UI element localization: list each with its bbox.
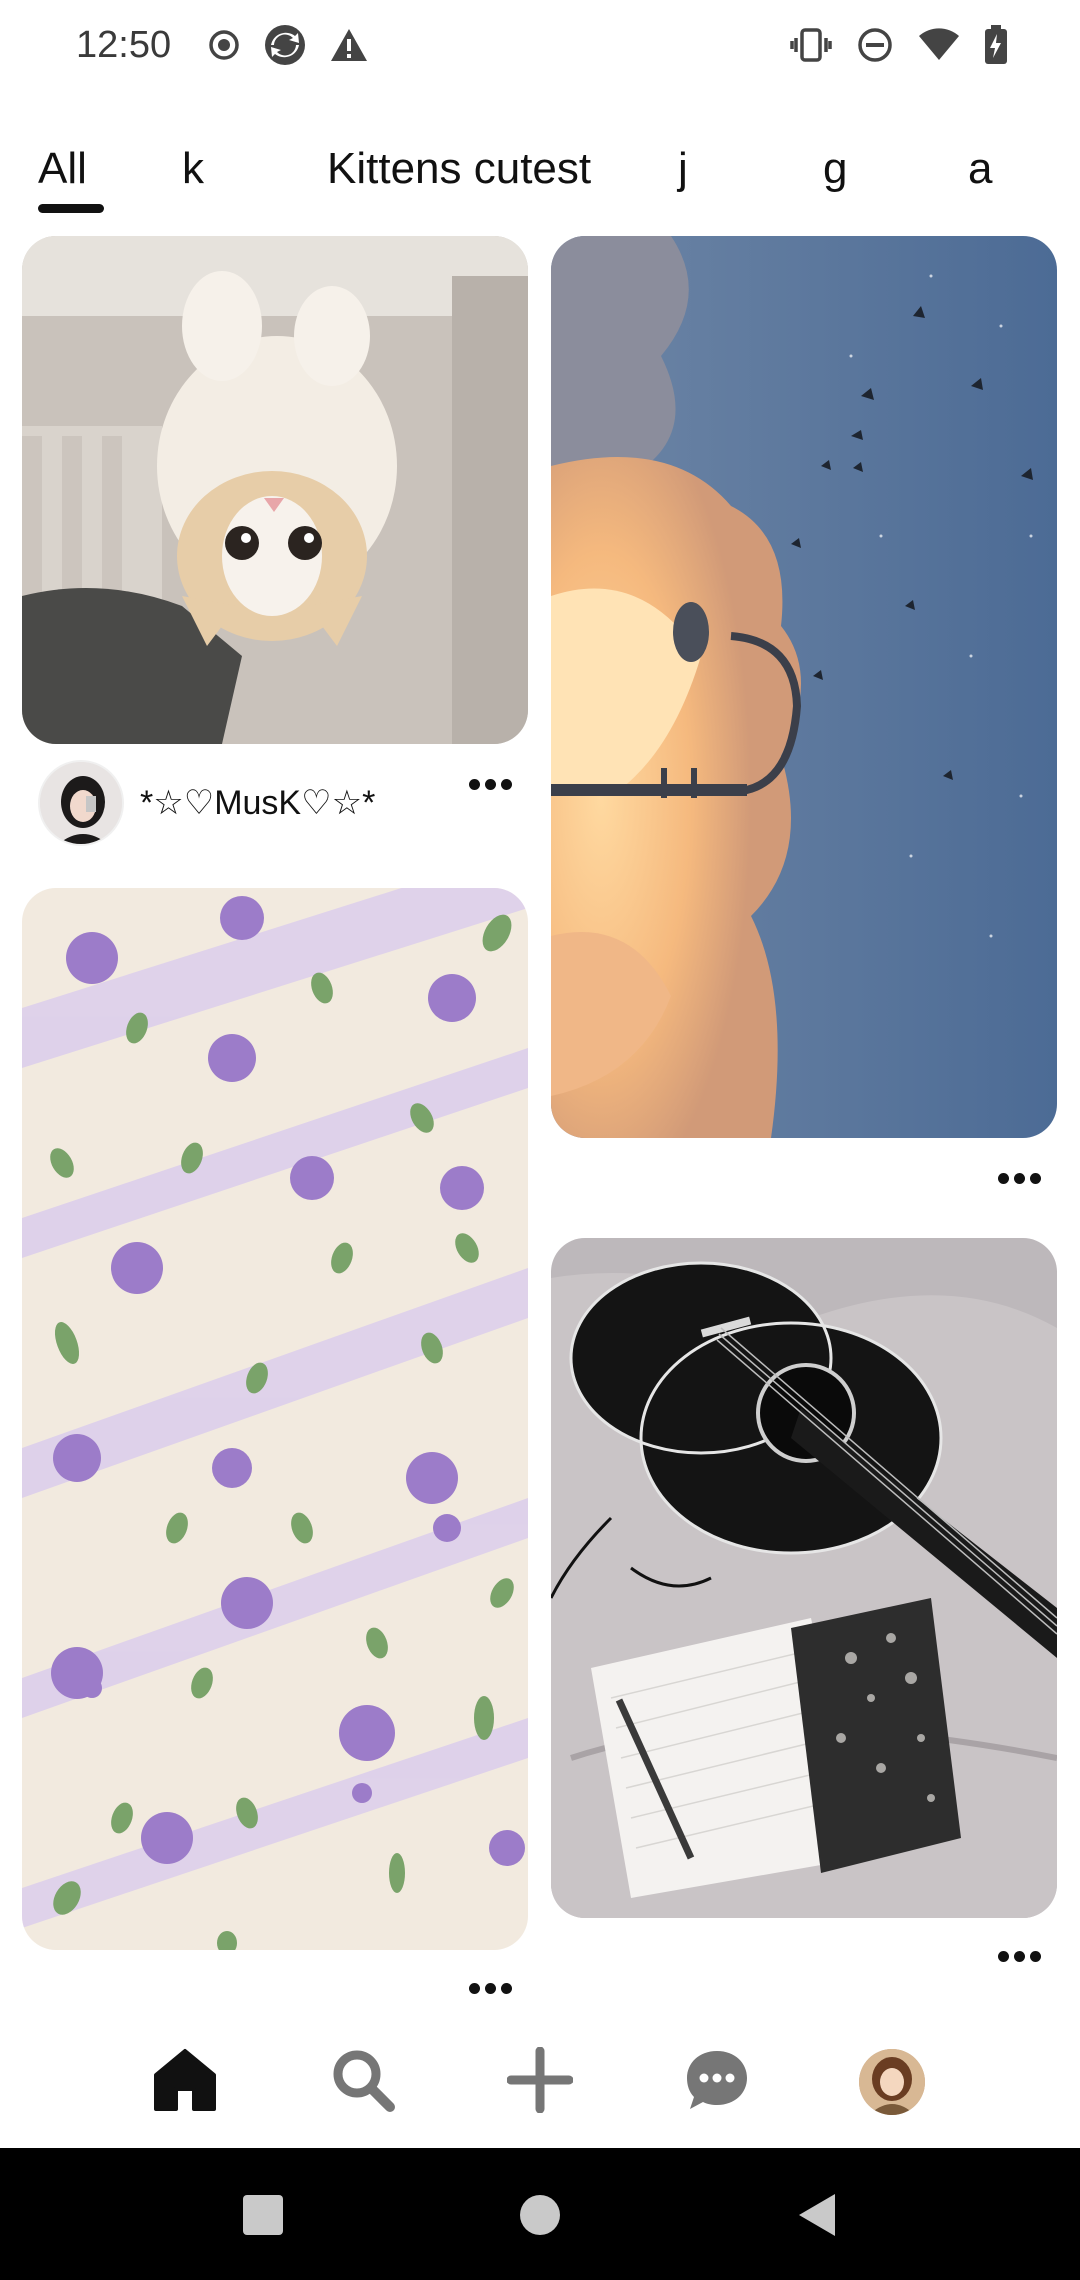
pin-guitar-image[interactable] <box>551 1238 1057 1918</box>
status-time: 12:50 <box>76 23 172 66</box>
profile-avatar <box>859 2049 925 2115</box>
nav-messages[interactable] <box>677 2042 757 2122</box>
author-avatar[interactable] <box>38 760 124 846</box>
active-tab-indicator <box>38 204 104 213</box>
nav-home[interactable] <box>145 2042 225 2122</box>
tab-k[interactable]: k <box>182 144 204 194</box>
tab-a[interactable]: a <box>968 144 992 194</box>
tab-all[interactable]: All <box>38 144 87 194</box>
pin-sky-more-button[interactable] <box>989 1158 1049 1198</box>
record-icon <box>207 28 241 62</box>
pin-kitten-image[interactable] <box>22 236 528 744</box>
tab-g[interactable]: g <box>823 144 847 194</box>
wifi-icon <box>918 28 960 62</box>
back-icon[interactable] <box>782 2180 852 2250</box>
pinterest-home-screen: 12:50 All k Kittens cutest j g a *☆♡MusK… <box>0 0 1080 2280</box>
pin-kitten-more-button[interactable] <box>460 764 520 804</box>
warning-icon <box>329 27 369 63</box>
nav-profile[interactable] <box>852 2042 932 2122</box>
home-circle-icon[interactable] <box>505 2180 575 2250</box>
search-icon <box>330 2047 396 2118</box>
chat-bubble-icon <box>684 2047 750 2118</box>
author-name[interactable]: *☆♡MusK♡☆* <box>140 783 375 823</box>
status-left: 12:50 <box>76 23 369 67</box>
tab-kittens-cutest[interactable]: Kittens cutest <box>327 144 591 194</box>
sync-icon <box>263 23 307 67</box>
vibrate-icon <box>790 28 832 62</box>
pin-flowers-image[interactable] <box>22 888 528 1950</box>
pin-guitar-more-button[interactable] <box>989 1936 1049 1976</box>
nav-create[interactable] <box>500 2042 580 2122</box>
tab-j[interactable]: j <box>678 144 688 194</box>
bottom-navigation <box>0 2018 1080 2148</box>
do-not-disturb-icon <box>856 26 894 64</box>
recents-icon[interactable] <box>228 2180 298 2250</box>
home-icon <box>152 2047 218 2118</box>
pin-kitten-author[interactable]: *☆♡MusK♡☆* <box>38 760 375 846</box>
plus-icon <box>506 2046 574 2118</box>
battery-charging-icon <box>984 25 1008 65</box>
system-navigation-bar <box>0 2148 1080 2280</box>
status-bar: 12:50 <box>0 0 1080 90</box>
pin-flowers-more-button[interactable] <box>460 1968 520 2008</box>
board-tabs: All k Kittens cutest j g a <box>0 132 1080 222</box>
status-right <box>790 25 1008 65</box>
pin-feed[interactable]: *☆♡MusK♡☆* <box>0 236 1080 2016</box>
nav-search[interactable] <box>323 2042 403 2122</box>
pin-sky-image[interactable] <box>551 236 1057 1138</box>
